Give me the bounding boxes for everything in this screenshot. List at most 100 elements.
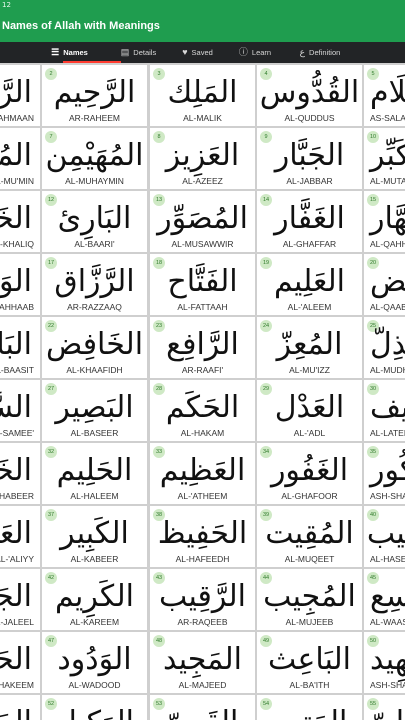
transliteration: AL-'ALIYY (0, 554, 34, 564)
arabic-name: العَلِيّ (0, 516, 32, 551)
name-card[interactable]: 44 المُجِيب AL-MUJEEB (257, 569, 362, 630)
arabic-name: الحَلِيم (56, 453, 133, 488)
name-card[interactable]: 47 الوَدُود AL-WADOOD (42, 632, 147, 693)
transliteration: AL-BAASIT (0, 365, 34, 375)
name-card[interactable]: 3 المَلِك AL-MALIK (150, 65, 255, 126)
name-card[interactable]: 38 الحَفِيظ AL-HAFEEDH (150, 506, 255, 567)
name-card[interactable]: 17 الرَّزَّاق AR-RAZZAAQ (42, 254, 147, 315)
name-card[interactable]: 39 المُقِيت AL-MUQEET (257, 506, 362, 567)
arabic-name: السَّلَام (370, 75, 405, 110)
name-card[interactable]: 18 الفَتَّاح AL-FATTAAH (150, 254, 255, 315)
tab-definition[interactable]: ع Definition (283, 42, 357, 63)
tab-bar: ☰ Names ▤ Details ♥ Saved ⓘ Learn ع Defi… (0, 42, 405, 63)
name-card[interactable]: الحَكِيم AL-HAKEEM (0, 632, 40, 693)
name-card[interactable]: 12 البَارِئ AL-BAARI' (42, 191, 147, 252)
name-card[interactable]: 23 الرَّافِع AR-RAAFI' (150, 317, 255, 378)
arabic-name: المُذِلّ (370, 327, 405, 362)
name-card[interactable]: 22 الخَافِض AL-KHAAFIDH (42, 317, 147, 378)
transliteration: AL-MALIK (183, 113, 222, 123)
arabic-name: اللَّطِيف (370, 390, 405, 425)
name-card[interactable]: العَلِيّ AL-'ALIYY (0, 506, 40, 567)
name-card[interactable]: 34 الغَفُور AL-GHAFOOR (257, 443, 362, 504)
name-card[interactable]: 19 العَلِيم AL-'ALEEM (257, 254, 362, 315)
arabic-name: الحَكَم (165, 390, 240, 425)
name-card[interactable]: الرَّحْمَن AR-RAHMAAN (0, 65, 40, 126)
transliteration: AL-MUSAWWIR (171, 239, 234, 249)
transliteration: AL-MUTAKABBIR (370, 176, 405, 186)
name-card[interactable]: الحَقّAL-HAQQ (0, 695, 40, 720)
name-card[interactable]: 14 الغَفَّار AL-GHAFFAR (257, 191, 362, 252)
name-card[interactable]: الخَبِير AL-KHABEER (0, 443, 40, 504)
name-card[interactable]: 4 القُدُّوس AL-QUDDUS (257, 65, 362, 126)
arabic-name: السَّمِيع (0, 390, 32, 425)
name-card[interactable]: 15القَهَّارAL-QAHHAR (364, 191, 405, 252)
name-card[interactable]: 24 المُعِزّ AL-MU'IZZ (257, 317, 362, 378)
tab-learn[interactable]: ⓘ Learn (227, 42, 283, 63)
transliteration: AR-RAHEEM (68, 113, 120, 123)
arabic-name: الوَاسِع (370, 579, 405, 614)
name-card[interactable]: 25المُذِلّAL-MUDHILL (364, 317, 405, 378)
name-card[interactable]: 13 المُصَوِّر AL-MUSAWWIR (150, 191, 255, 252)
name-card[interactable]: 33 العَظِيم AL-'ATHEEM (150, 443, 255, 504)
name-card[interactable]: المُؤْمِن AL-MU'MIN (0, 128, 40, 189)
name-card[interactable]: 9 الجَبَّار AL-JABBAR (257, 128, 362, 189)
arabic-name: المُؤْمِن (0, 138, 32, 173)
arabic-name: الرَّحْمَن (0, 75, 32, 110)
name-card[interactable]: البَاسِط AL-BAASIT (0, 317, 40, 378)
name-card[interactable]: السَّمِيع AS-SAMEE' (0, 380, 40, 441)
name-card[interactable]: 53القَوِيّAL-QAWIYY (150, 695, 255, 720)
name-card[interactable]: 37 الكَبِير AL-KABEER (42, 506, 147, 567)
name-card[interactable]: 42 الكَرِيم AL-KAREEM (42, 569, 147, 630)
name-card[interactable]: 8 العَزِيز AL-AZEEZ (150, 128, 255, 189)
transliteration: AL-AZEEZ (182, 176, 223, 186)
name-card[interactable]: 2 الرَّحِيم AR-RAHEEM (42, 65, 147, 126)
name-card[interactable]: 40الحَسِيبAL-HASEEB (364, 506, 405, 567)
tab-saved[interactable]: ♥ Saved (168, 42, 227, 63)
arabic-name: الكَرِيم (55, 579, 134, 614)
transliteration: AL-KAREEM (69, 617, 120, 627)
arabic-name: الرَّزَّاق (54, 264, 135, 299)
name-card[interactable]: 28 الحَكَم AL-HAKAM (150, 380, 255, 441)
arabic-name: الوَدُود (57, 642, 132, 677)
name-card[interactable]: 35الشَّكُورASH-SHAKOOR (364, 443, 405, 504)
transliteration: ASH-SHAHEED (370, 680, 405, 690)
name-card[interactable]: 20القَابِضAL-QAABID (364, 254, 405, 315)
app-header: 12 Names of Allah with Meanings (0, 0, 405, 42)
name-card[interactable]: 5السَّلَامAS-SALAAM (364, 65, 405, 126)
arabic-name: العَزِيز (165, 138, 240, 173)
transliteration: AL-JALEEL (0, 617, 34, 627)
arabic-name: الغَفُور (270, 453, 349, 488)
arabic-name: البَاسِط (0, 327, 32, 362)
name-card[interactable]: 10المُتَكَبِّرAL-MUTAKABBIR (364, 128, 405, 189)
arabic-name: الوَلِيّ (364, 701, 405, 720)
name-card[interactable]: الجَلِيل AL-JALEEL (0, 569, 40, 630)
name-card[interactable]: 55الوَلِيّAL-WALIYY (364, 695, 405, 720)
name-card[interactable]: 45الوَاسِعAL-WAASI' (364, 569, 405, 630)
transliteration: AL-MUQEET (284, 554, 335, 564)
status-bar-time: 12 (2, 1, 11, 9)
name-card[interactable]: 30اللَّطِيفAL-LATEEF (364, 380, 405, 441)
name-card[interactable]: 27 البَصِير AL-BASEER (42, 380, 147, 441)
transliteration: AL-QUDDUS (284, 113, 335, 123)
transliteration: AL-BASEER (70, 428, 119, 438)
tab-saved-label: Saved (191, 48, 213, 57)
arabic-name: المَجِيد (163, 642, 242, 677)
arabic-name: الخَافِض (45, 327, 144, 362)
name-card[interactable]: 54المَتِينAL-MATEEN (257, 695, 362, 720)
name-card[interactable]: 52الوَكِيلAL-WAKEEL (42, 695, 147, 720)
name-card[interactable]: 48 المَجِيد AL-MAJEED (150, 632, 255, 693)
name-card[interactable]: 50الشَّهِيدASH-SHAHEED (364, 632, 405, 693)
transliteration: AL-KHAAFIDH (66, 365, 123, 375)
name-card[interactable]: 29 العَدْل AL-'ADL (257, 380, 362, 441)
name-card[interactable]: 7 المُهَيْمِن AL-MUHAYMIN (42, 128, 147, 189)
tab-details[interactable]: ▤ Details (109, 42, 168, 63)
name-card[interactable]: الوَهَّاب AL-WAHHAAB (0, 254, 40, 315)
tab-definition-label: Definition (309, 48, 341, 57)
name-card[interactable]: 43 الرَّقِيب AR-RAQEEB (150, 569, 255, 630)
transliteration: AL-HAFEEDH (175, 554, 230, 564)
name-card[interactable]: الخَالِق AL-KHALIQ (0, 191, 40, 252)
arabic-name: البَاعِث (267, 642, 352, 677)
name-card[interactable]: 49 البَاعِث AL-BA'ITH (257, 632, 362, 693)
tab-names[interactable]: ☰ Names (30, 42, 109, 63)
name-card[interactable]: 32 الحَلِيم AL-HALEEM (42, 443, 147, 504)
